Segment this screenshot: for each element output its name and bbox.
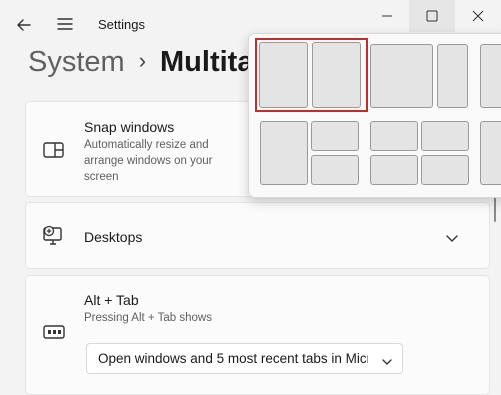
alt-tab-description: Pressing Alt + Tab shows [84,312,212,324]
snap-layout-partial[interactable] [480,44,501,108]
snap-layout-two-thirds[interactable] [370,44,469,108]
close-button[interactable] [455,0,501,32]
snap-zone[interactable] [421,155,469,185]
snap-zone[interactable] [312,42,361,108]
snap-zone[interactable] [370,121,418,151]
snap-zone[interactable] [311,121,359,151]
snap-layout-quarters[interactable] [370,121,469,185]
breadcrumb-separator: › [138,48,147,73]
back-arrow-icon[interactable] [13,14,35,36]
close-icon [472,10,484,22]
alt-tab-dropdown-value: Open windows and 5 most recent tabs in M… [98,351,368,366]
snap-windows-title: Snap windows [84,119,175,135]
desktops-icon [43,225,65,252]
snap-zone[interactable] [480,121,501,185]
maximize-icon [426,10,438,22]
minimize-icon [382,15,392,17]
hamburger-menu-icon[interactable] [56,15,74,33]
snap-layouts-flyout [248,33,501,198]
breadcrumb: System›Multitasking [28,46,268,79]
alt-tab-icon [43,325,65,344]
snap-zone[interactable] [370,44,433,108]
snap-windows-icon [43,141,65,164]
snap-zone[interactable] [370,155,418,185]
snap-zone[interactable] [421,121,469,151]
desktops-card[interactable]: Desktops [25,202,490,269]
snap-zone[interactable] [480,44,501,108]
breadcrumb-parent[interactable]: System [28,46,125,78]
chevron-down-icon [381,354,393,372]
window-title: Settings [98,17,145,32]
snap-layout-half-quarters[interactable] [260,121,359,185]
snap-zone[interactable] [260,121,308,185]
snap-zone[interactable] [437,44,468,108]
snap-windows-description: Automatically resize and arrange windows… [84,139,213,183]
chevron-down-icon[interactable] [445,231,459,249]
snap-layout-half-half[interactable] [259,42,364,108]
snap-layout-partial[interactable] [480,121,501,185]
desktops-title: Desktops [84,229,143,245]
snap-zone[interactable] [311,155,359,185]
snap-zone[interactable] [259,42,308,108]
alt-tab-title: Alt + Tab [84,292,139,308]
scrollbar[interactable] [494,196,496,222]
minimize-button[interactable] [364,0,410,32]
maximize-button[interactable] [409,0,455,32]
alt-tab-dropdown[interactable]: Open windows and 5 most recent tabs in M… [86,343,403,374]
alt-tab-card: Alt + Tab Pressing Alt + Tab shows Open … [25,275,490,395]
